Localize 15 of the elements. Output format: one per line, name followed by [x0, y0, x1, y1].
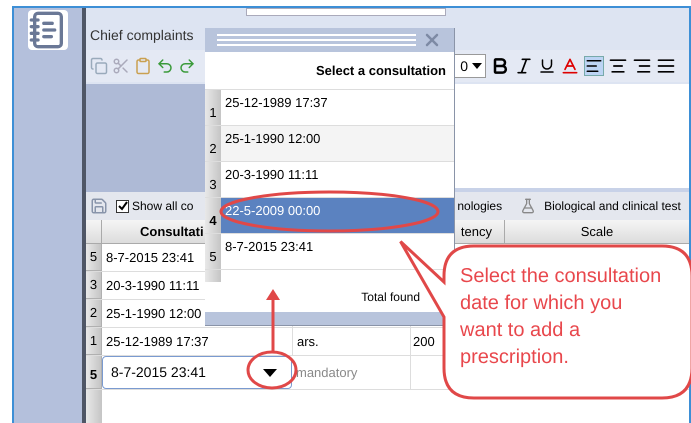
row-header: 2: [86, 300, 102, 327]
row-header: 1: [86, 328, 102, 355]
row-header: 5: [86, 356, 102, 389]
row-header: 5: [86, 244, 102, 271]
table-cell-text: 25-1-1990 12:00: [106, 304, 202, 323]
table-cell-text: 25-12-1989 17:37: [106, 332, 209, 351]
popup-title: Select a consultation: [316, 62, 446, 80]
table-cell-text: 200: [413, 332, 435, 351]
total-found-label: Total found: [361, 289, 420, 306]
row-header: 3: [86, 272, 102, 299]
callout-text: Select the consultation date for which you want to add a prescription.: [460, 264, 662, 370]
table-cell-text: 8-7-2015 23:41: [106, 248, 194, 267]
table-cell-text: ars.: [297, 332, 319, 351]
field-label: Chief complaints: [90, 26, 194, 45]
table-cell-text: 20-3-1990 11:11: [106, 276, 200, 295]
